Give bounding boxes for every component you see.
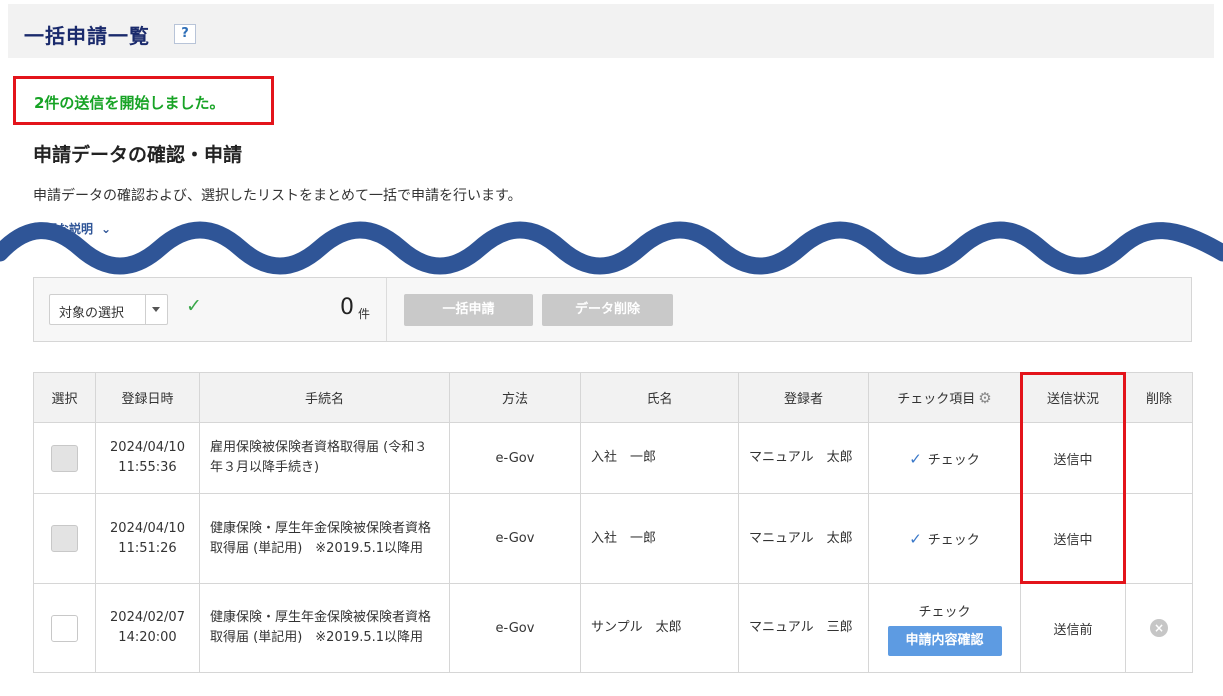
procedure-cell: 健康保険・厚生年金保険被保険者資格取得届 (単記用) ※2019.5.1以降用 [199, 583, 450, 673]
select-cell [33, 493, 96, 584]
confirm-application-button[interactable]: 申請内容確認 [887, 625, 1002, 656]
table-row: 2024/04/10 11:55:36 雇用保険被保険者資格取得届 (令和３年３月… [33, 422, 1193, 494]
check-label: チェック [918, 604, 971, 620]
row-time: 14:20:00 [118, 630, 177, 645]
page-title: 一括申請一覧 [24, 24, 150, 48]
table-row: 2024/02/07 14:20:00 健康保険・厚生年金保険被保険者資格取得届 … [33, 583, 1193, 673]
header-select: 選択 [33, 372, 96, 423]
row-time: 11:55:36 [118, 460, 177, 475]
registrant-cell: マニュアル 太郎 [738, 493, 869, 584]
check-label: チェック [927, 452, 980, 468]
delete-data-button[interactable]: データ削除 [542, 294, 673, 326]
name-cell: 入社 一郎 [580, 422, 739, 494]
check-cell: ✓ チェック [868, 493, 1021, 584]
row-checkbox[interactable] [51, 444, 78, 472]
registrant-cell: マニュアル 太郎 [738, 422, 869, 494]
date-cell: 2024/02/07 14:20:00 [95, 583, 200, 673]
select-arrow-button[interactable] [145, 295, 167, 324]
target-select[interactable]: 対象の選択 [49, 294, 168, 325]
toolbar: 対象の選択 ✓ 0 件 一括申請 データ削除 [33, 277, 1192, 342]
header-date: 登録日時 [95, 372, 200, 423]
section-description: 申請データの確認および、選択したリストをまとめて一括で申請を行います。 [33, 188, 522, 204]
header-bar: 一括申請一覧 ? [8, 4, 1214, 58]
row-date: 2024/04/10 [110, 520, 185, 536]
row-date: 2024/02/07 [110, 610, 185, 625]
gear-icon[interactable]: ⚙ [978, 389, 991, 407]
header-check-items-label: チェック項目 [897, 392, 976, 407]
name-cell: サンプル 太郎 [580, 583, 739, 673]
status-cell: 送信前 [1020, 583, 1126, 673]
method-cell: e-Gov [449, 422, 581, 494]
header-check-items: チェック項目 ⚙ [868, 372, 1021, 423]
selected-count: 0 [340, 295, 354, 320]
method-cell: e-Gov [449, 583, 581, 673]
name-cell: 入社 一郎 [580, 493, 739, 584]
success-message: 2件の送信を開始しました。 [34, 94, 225, 112]
check-icon: ✓ [186, 295, 202, 317]
wave-divider [0, 221, 1223, 275]
select-cell [33, 422, 96, 494]
procedure-cell: 雇用保険被保険者資格取得届 (令和３年３月以降手続き) [199, 422, 450, 494]
close-icon[interactable]: × [1150, 619, 1168, 637]
row-checkbox[interactable] [51, 614, 78, 642]
delete-cell [1125, 493, 1193, 584]
check-cell: ✓ チェック [868, 422, 1021, 494]
table-row: 2024/04/10 11:51:26 健康保険・厚生年金保険被保険者資格取得届 … [33, 493, 1193, 584]
check-icon: ✓ [909, 449, 922, 468]
row-date: 2024/04/10 [110, 440, 185, 455]
success-highlight-box: 2件の送信を開始しました。 [13, 76, 274, 125]
table-header-row: 選択 登録日時 手続名 方法 氏名 登録者 チェック項目 ⚙ 送信状況 削除 [33, 372, 1193, 423]
application-table: 選択 登録日時 手続名 方法 氏名 登録者 チェック項目 ⚙ 送信状況 削除 20… [33, 372, 1193, 673]
toolbar-divider [386, 278, 387, 341]
procedure-cell: 健康保険・厚生年金保険被保険者資格取得届 (単記用) ※2019.5.1以降用 [199, 493, 450, 584]
date-cell: 2024/04/10 11:51:26 [95, 493, 200, 584]
check-icon: ✓ [909, 530, 922, 548]
method-cell: e-Gov [449, 493, 581, 584]
delete-cell [1125, 422, 1193, 494]
delete-cell: × [1125, 583, 1193, 673]
row-time: 11:51:26 [118, 540, 177, 556]
section-title: 申請データの確認・申請 [33, 144, 243, 166]
help-icon[interactable]: ? [174, 24, 196, 44]
header-delete: 削除 [1125, 372, 1193, 423]
status-highlight-box [1020, 372, 1126, 584]
selected-count-unit: 件 [358, 307, 371, 321]
date-cell: 2024/04/10 11:55:36 [95, 422, 200, 494]
check-cell: チェック申請内容確認 [868, 583, 1021, 673]
header-registrant: 登録者 [738, 372, 869, 423]
header-name: 氏名 [580, 372, 739, 423]
select-cell [33, 583, 96, 673]
registrant-cell: マニュアル 三郎 [738, 583, 869, 673]
header-method: 方法 [449, 372, 581, 423]
caret-down-icon [152, 307, 160, 312]
header-procedure: 手続名 [199, 372, 450, 423]
check-label: チェック [927, 533, 980, 548]
bulk-apply-button[interactable]: 一括申請 [404, 294, 533, 326]
row-checkbox[interactable] [51, 525, 78, 552]
target-select-label: 対象の選択 [59, 306, 125, 321]
